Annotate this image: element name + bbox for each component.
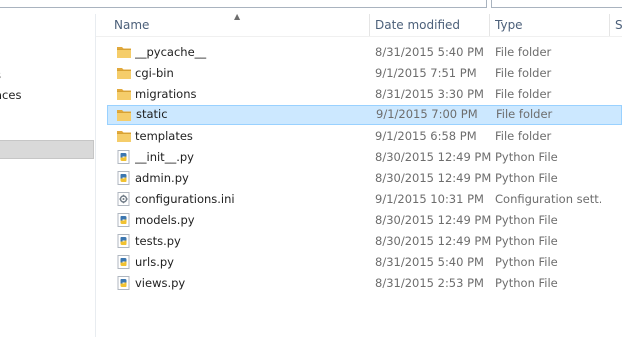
date-modified: 8/31/2015 5:40 PM [375,45,484,59]
python-file-icon [116,276,132,290]
folder-icon [116,66,132,80]
column-divider[interactable] [489,14,490,36]
python-file-icon [116,255,132,269]
file-name: configurations.ini [135,192,235,206]
file-row[interactable]: admin.py 8/30/2015 12:49 PM Python File [107,168,622,188]
file-type: Python File [495,171,558,185]
nav-item-selected[interactable] [0,140,94,159]
folder-icon [116,129,132,143]
folder-icon [116,87,132,101]
date-modified: 8/31/2015 5:40 PM [375,255,484,269]
file-name: urls.py [135,255,174,269]
column-header: ▲ Name Date modified Type S [96,12,622,37]
file-type: File folder [495,87,552,101]
file-name: tests.py [135,234,181,248]
navigation-pane[interactable]: s aces [0,14,96,337]
file-name: cgi-bin [135,66,174,80]
file-type: Python File [495,150,558,164]
address-bar[interactable] [0,0,487,8]
date-modified: 8/30/2015 12:49 PM [375,213,492,227]
file-row[interactable]: views.py 8/31/2015 2:53 PM Python File [107,273,622,293]
column-name[interactable]: Name [114,14,364,36]
file-type: Python File [495,255,558,269]
file-name: admin.py [135,171,189,185]
file-name: migrations [135,87,197,101]
folder-icon [116,45,132,59]
python-file-icon [116,150,132,164]
nav-item-2[interactable]: aces [0,86,95,105]
date-modified: 8/30/2015 12:49 PM [375,234,492,248]
file-name: models.py [135,213,195,227]
column-divider[interactable] [369,14,370,36]
column-date-modified[interactable]: Date modified [375,14,485,36]
file-row-selected[interactable]: static 9/1/2015 7:00 PM File folder [107,105,622,125]
date-modified: 9/1/2015 10:31 PM [375,192,484,206]
date-modified: 9/1/2015 7:51 PM [375,66,477,80]
nav-item-label: s [0,68,1,82]
column-type[interactable]: Type [495,14,605,36]
python-file-icon [116,213,132,227]
file-type: File folder [495,66,552,80]
file-name: templates [135,129,193,143]
file-type: File folder [495,45,552,59]
file-type: Python File [495,213,558,227]
file-row[interactable]: __pycache__ 8/31/2015 5:40 PM File folder [107,42,622,62]
date-modified: 9/1/2015 7:00 PM [376,107,478,121]
config-file-icon [116,192,132,206]
nav-item-label: aces [0,88,22,102]
file-type: Python File [495,234,558,248]
file-row[interactable]: templates 9/1/2015 6:58 PM File folder [107,126,622,146]
file-name: static [136,107,168,121]
file-row[interactable]: models.py 8/30/2015 12:49 PM Python File [107,210,622,230]
file-type: File folder [496,107,553,121]
file-row[interactable]: __init__.py 8/30/2015 12:49 PM Python File [107,147,622,167]
file-type: Configuration sett... [495,192,601,206]
file-row[interactable]: configurations.ini 9/1/2015 10:31 PM Confi… [107,189,622,209]
file-name: __pycache__ [135,45,207,59]
date-modified: 8/31/2015 3:30 PM [375,87,484,101]
date-modified: 8/31/2015 2:53 PM [375,276,484,290]
search-box[interactable] [491,0,622,8]
column-divider[interactable] [609,14,610,36]
folder-icon [116,108,132,122]
file-type: Python File [495,276,558,290]
python-file-icon [116,234,132,248]
date-modified: 8/30/2015 12:49 PM [375,150,492,164]
file-row[interactable]: urls.py 8/31/2015 5:40 PM Python File [107,252,622,272]
date-modified: 9/1/2015 6:58 PM [375,129,477,143]
file-explorer-window: s aces ▲ Name Date modified Type S __pyc… [0,0,622,337]
file-type: File folder [495,129,552,143]
file-name: __init__.py [135,150,194,164]
file-name: views.py [135,276,186,290]
file-row[interactable]: migrations 8/31/2015 3:30 PM File folder [107,84,622,104]
nav-item-1[interactable]: s [0,66,95,85]
file-row[interactable]: tests.py 8/30/2015 12:49 PM Python File [107,231,622,251]
column-size[interactable]: S [615,14,622,36]
file-row[interactable]: cgi-bin 9/1/2015 7:51 PM File folder [107,63,622,83]
date-modified: 8/30/2015 12:49 PM [375,171,492,185]
python-file-icon [116,171,132,185]
